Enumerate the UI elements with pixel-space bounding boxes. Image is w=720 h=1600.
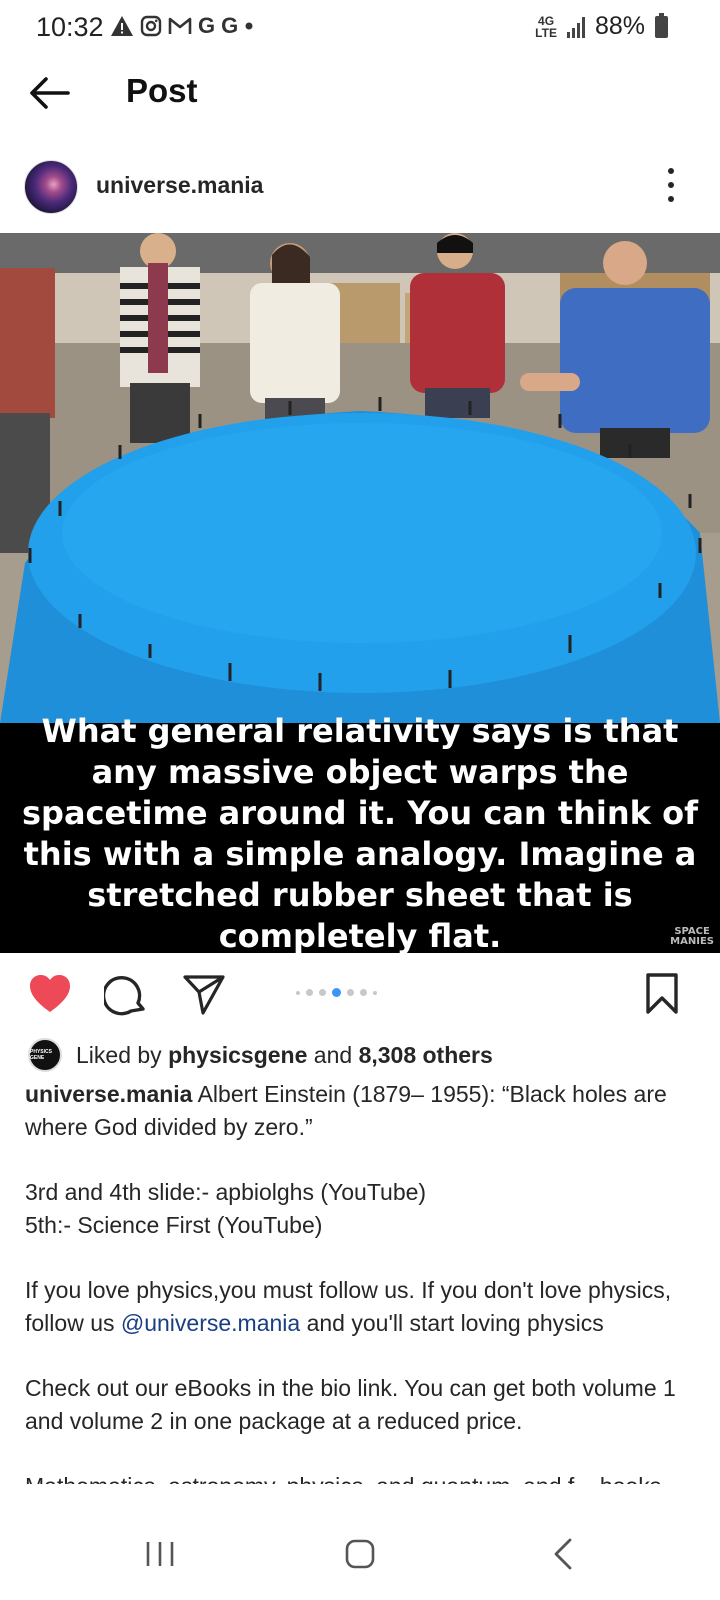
recent-apps-icon [146,1542,174,1566]
mention-link[interactable]: @universe.mania [121,1310,300,1336]
more-icon [668,168,674,174]
status-time: 10:32 [36,12,104,42]
caption-paragraph-3: If you love physics,you must follow us. … [25,1274,695,1340]
caption-credit-2: 5th:- Science First (YouTube) [25,1212,323,1238]
gmail-icon [168,17,192,34]
carousel-dot [347,989,354,996]
likes-prefix: Liked by [76,1042,169,1068]
chevron-left-icon [554,1538,572,1570]
caption-follow-text-end: and you'll start loving physics [300,1310,604,1336]
recent-apps-button[interactable] [140,1534,180,1574]
system-back-button[interactable] [544,1534,584,1574]
post-photo [0,233,720,723]
likes-middle: and [307,1042,359,1068]
network-4g-icon: 4G LTE [535,13,557,40]
caption-paragraph-1: universe.mania Albert Einstein (1879– 19… [25,1078,695,1144]
carousel-dot [296,990,300,995]
caption-paragraph-2: 3rd and 4th slide:- apbiolghs (YouTube) 5… [25,1176,695,1242]
comment-button[interactable] [101,972,148,1016]
instagram-icon [140,15,162,37]
google-icon: G [221,13,239,38]
post-author-row: universe.mania [0,158,720,214]
signal-icon [566,16,585,38]
dot-icon [245,22,253,30]
liker-avatar: PHYSICS GENE [28,1038,62,1072]
caption-paragraph-5-partial: Mathematics, astronomy, physics, and qua… [25,1470,695,1484]
more-options-button[interactable] [666,168,676,202]
image-caption-box: What general relativity says is that any… [0,712,720,953]
save-button[interactable] [640,972,684,1016]
avatar[interactable] [24,160,78,214]
bookmark-icon [646,973,678,1014]
carousel-dot [373,990,377,995]
liker-name[interactable]: physicsgene [168,1042,307,1068]
home-icon [345,1539,375,1569]
carousel-dot [332,988,341,997]
post-username[interactable]: universe.mania [96,172,263,199]
google-icon: G [198,13,216,38]
page-title: Post [126,72,198,109]
arrow-left-icon [30,77,70,109]
carousel-indicator [296,988,377,997]
system-nav-bar [0,1508,720,1600]
likes-text[interactable]: Liked by physicsgene and 8,308 others [76,1042,493,1069]
image-caption-text: What general relativity says is that any… [22,712,698,953]
carousel-dot [360,989,367,996]
system-indicators: 4G LTE 88% [535,12,668,41]
caption-credit-1: 3rd and 4th slide:- apbiolghs (YouTube) [25,1179,427,1205]
likes-row[interactable]: PHYSICS GENE Liked by physicsgene and 8,… [0,1034,720,1074]
notification-icons: G G [110,12,254,40]
caption-username[interactable]: universe.mania [25,1081,192,1107]
classroom-photo [0,233,720,723]
home-button[interactable] [340,1534,380,1574]
comment-icon [101,975,145,1016]
carousel-dot [306,989,313,996]
warning-icon [111,16,133,36]
battery-percent: 88% [594,12,645,40]
share-button[interactable] [182,972,226,1016]
status-bar: 10:32 G G 4G LTE 88% [0,0,720,56]
post-actions [0,968,720,1018]
carousel-dot [319,989,326,996]
app-header: Post [0,60,720,124]
watermark-logo: SPACE MANIES [670,926,714,947]
battery-icon [655,12,668,38]
heart-icon [30,975,70,1012]
post-caption: universe.mania Albert Einstein (1879– 19… [25,1078,695,1484]
back-button[interactable] [26,70,72,116]
send-icon [183,975,225,1015]
like-button[interactable] [28,972,72,1016]
caption-paragraph-4: Check out our eBooks in the bio link. Yo… [25,1375,676,1434]
post-media[interactable]: What general relativity says is that any… [0,233,720,953]
likes-others[interactable]: 8,308 others [359,1042,493,1068]
